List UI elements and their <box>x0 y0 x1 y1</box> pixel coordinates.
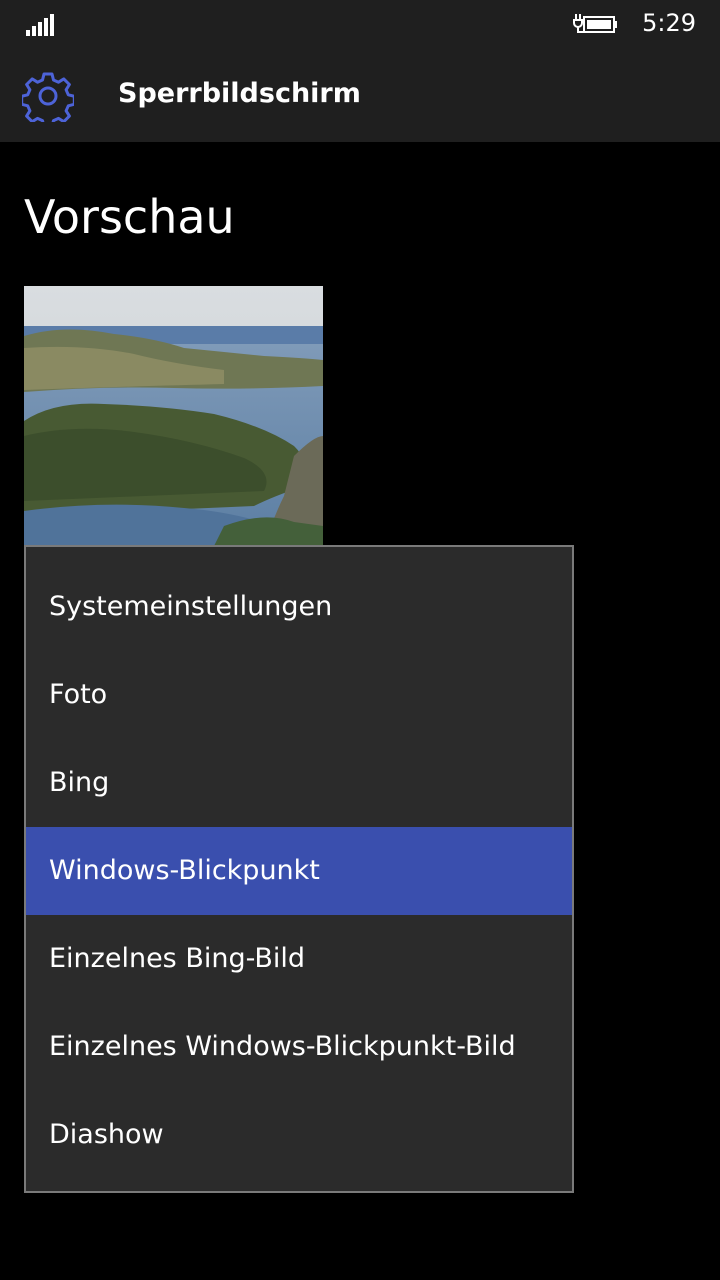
lock-screen-preview-image <box>24 286 323 546</box>
signal-strength-icon <box>26 12 56 36</box>
dropdown-item-bing[interactable]: Bing <box>26 739 572 827</box>
app-header: Sperrbildschirm <box>0 50 720 142</box>
battery-charging-icon <box>573 14 617 33</box>
dropdown-item-systemeinstellungen[interactable]: Systemeinstellungen <box>26 563 572 651</box>
dropdown-item-einzelnes-windows-blickpunkt-bild[interactable]: Einzelnes Windows-Blickpunkt-Bild <box>26 1003 572 1091</box>
gear-icon <box>22 72 74 122</box>
landscape-image <box>24 286 323 546</box>
dropdown-item-foto[interactable]: Foto <box>26 651 572 739</box>
dropdown-item-einzelnes-bing-bild[interactable]: Einzelnes Bing-Bild <box>26 915 572 1003</box>
clock: 5:29 <box>642 9 696 37</box>
dropdown-item-windows-blickpunkt[interactable]: Windows-Blickpunkt <box>26 827 572 915</box>
status-bar: 5:29 <box>0 0 720 50</box>
preview-heading: Vorschau <box>24 190 235 244</box>
dropdown-item-diashow[interactable]: Diashow <box>26 1091 572 1179</box>
lock-screen-source-dropdown[interactable]: Systemeinstellungen Foto Bing Windows-Bl… <box>24 545 574 1193</box>
page-title: Sperrbildschirm <box>118 78 361 109</box>
